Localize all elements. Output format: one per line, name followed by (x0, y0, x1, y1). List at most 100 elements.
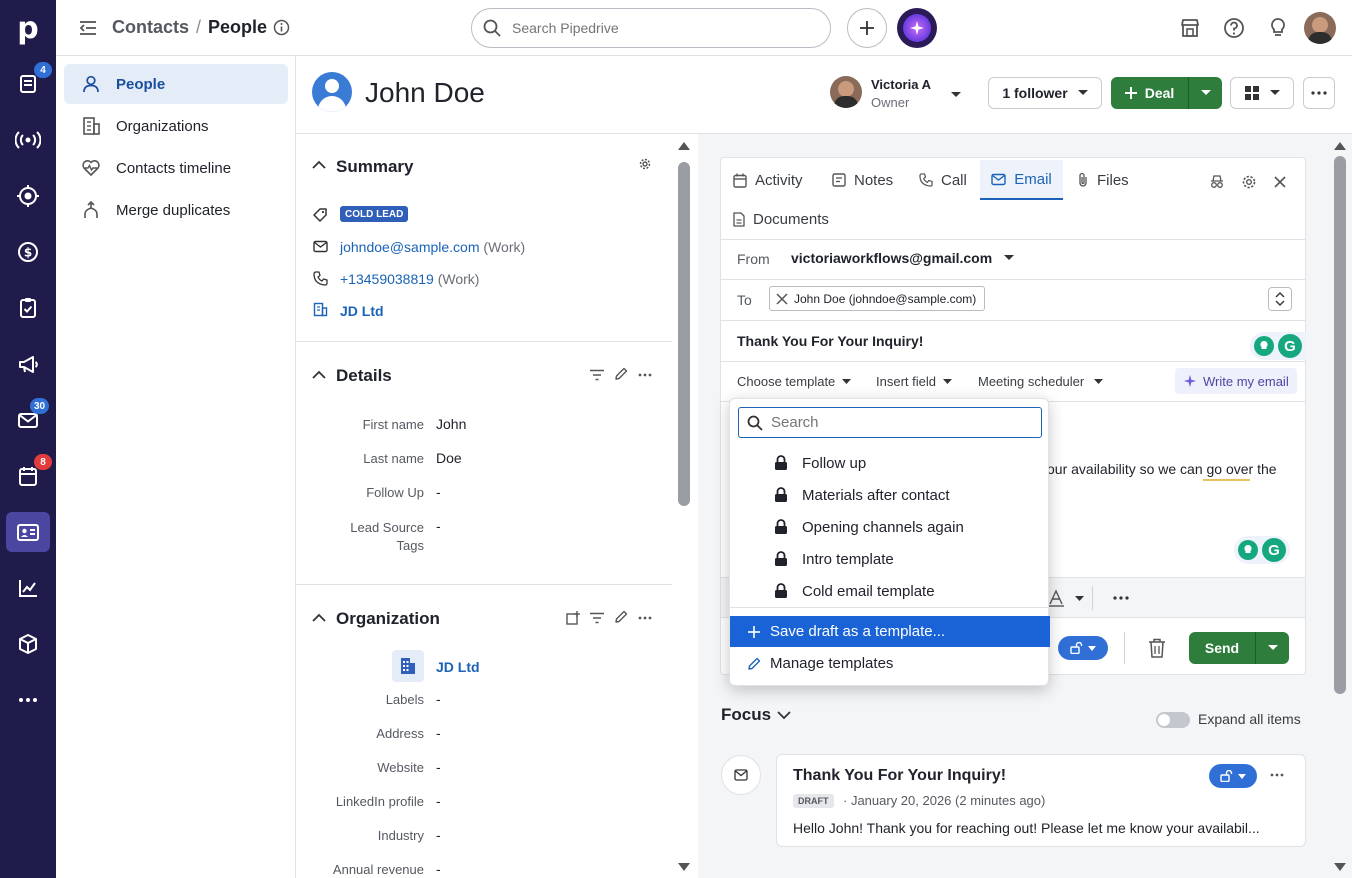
collapse-sidebar-icon[interactable] (78, 18, 98, 38)
recipient-chip[interactable]: John Doe (johndoe@sample.com) (769, 286, 986, 311)
scroll-down-icon[interactable] (1334, 863, 1346, 871)
rail-calendar[interactable]: 8 (0, 450, 56, 502)
field-value[interactable]: John (436, 416, 466, 432)
pencil-icon[interactable] (614, 367, 628, 381)
incognito-icon[interactable] (1209, 174, 1225, 190)
cc-bcc-toggle[interactable] (1268, 287, 1292, 311)
global-search-input[interactable] (512, 20, 812, 36)
rail-products[interactable] (0, 618, 56, 670)
pencil-icon[interactable] (614, 610, 628, 624)
more-horizontal-icon[interactable] (1270, 773, 1284, 777)
from-select[interactable]: victoriaworkflows@gmail.com (791, 250, 1015, 266)
template-search[interactable] (738, 407, 1042, 438)
scroll-down-icon[interactable] (678, 863, 690, 871)
rail-contacts[interactable] (0, 506, 56, 558)
insert-field-dropdown[interactable]: Insert field (876, 374, 952, 389)
pipedrive-logo[interactable]: p (0, 2, 56, 54)
template-item[interactable]: Intro template (730, 543, 1050, 575)
draft-email-card[interactable]: Thank You For Your Inquiry! DRAFT · Janu… (776, 754, 1306, 847)
more-horizontal-icon[interactable] (1113, 596, 1129, 600)
follower-button[interactable]: 1 follower (988, 77, 1102, 109)
nav-item-contacts-timeline[interactable]: Contacts timeline (64, 148, 288, 188)
email-body-text[interactable]: our availability so we can go over the (1047, 461, 1277, 477)
manage-templates-item[interactable]: Manage templates (730, 648, 1050, 679)
subject-field[interactable]: Thank You For Your Inquiry! (737, 333, 923, 349)
rail-target[interactable] (0, 170, 56, 222)
template-item[interactable]: Materials after contact (730, 479, 1050, 511)
layout-view-button[interactable] (1230, 77, 1294, 109)
close-icon[interactable] (1274, 176, 1286, 188)
send-options-button[interactable] (1256, 632, 1289, 664)
collapse-summary-icon[interactable] (312, 160, 326, 170)
field-value[interactable]: - (436, 518, 441, 534)
collapse-organization-icon[interactable] (312, 613, 326, 623)
gear-icon[interactable] (1241, 174, 1257, 190)
template-item[interactable]: Opening channels again (730, 511, 1050, 543)
breadcrumb-contacts[interactable]: Contacts (112, 17, 189, 38)
help-icon[interactable] (1223, 17, 1245, 39)
field-value[interactable]: - (436, 484, 441, 500)
visibility-button[interactable] (1209, 764, 1257, 788)
person-name[interactable]: John Doe (365, 77, 485, 109)
scroll-up-icon[interactable] (1334, 142, 1346, 150)
add-org-icon[interactable] (566, 611, 580, 625)
tab-files[interactable]: Files (1077, 160, 1129, 200)
tab-email[interactable]: Email (980, 160, 1063, 200)
lead-label-badge[interactable]: COLD LEAD (340, 206, 409, 222)
rail-tasks[interactable] (0, 282, 56, 334)
field-value[interactable]: - (436, 827, 441, 843)
grammarly-widget[interactable]: G (1234, 536, 1290, 564)
field-value[interactable]: - (436, 861, 441, 877)
card-title[interactable]: Thank You For Your Inquiry! (793, 767, 1006, 785)
gear-icon[interactable] (638, 157, 652, 171)
rail-insights[interactable] (0, 562, 56, 614)
rail-mail[interactable]: 30 (0, 394, 56, 446)
owner-name[interactable]: Victoria A (871, 77, 931, 92)
nav-item-merge-duplicates[interactable]: Merge duplicates (64, 190, 288, 230)
more-actions-button[interactable] (1303, 77, 1335, 109)
more-horizontal-icon[interactable] (638, 373, 652, 377)
add-deal-button[interactable]: Deal (1111, 77, 1189, 109)
tab-call[interactable]: Call (919, 160, 967, 200)
scroll-up-icon[interactable] (678, 142, 690, 150)
rail-campaign-megaphone[interactable] (0, 338, 56, 390)
marketplace-icon[interactable] (1179, 17, 1201, 39)
global-search[interactable] (471, 8, 831, 48)
phone-link[interactable]: +13459038819 (340, 271, 434, 287)
send-button[interactable]: Send (1189, 632, 1256, 664)
org-link[interactable]: JD Ltd (340, 303, 384, 319)
filter-icon[interactable] (590, 612, 604, 624)
focus-toggle[interactable]: Focus (721, 705, 791, 725)
meeting-scheduler-dropdown[interactable]: Meeting scheduler (978, 374, 1104, 389)
nav-item-organizations[interactable]: Organizations (64, 106, 288, 146)
field-value[interactable]: - (436, 793, 441, 809)
more-horizontal-icon[interactable] (638, 616, 652, 620)
activity-scrollbar-thumb[interactable] (1334, 156, 1346, 694)
field-value[interactable]: - (436, 691, 441, 707)
email-link[interactable]: johndoe@sample.com (340, 239, 480, 255)
rail-deals[interactable]: $ (0, 226, 56, 278)
rail-more[interactable] (0, 674, 56, 726)
template-search-input[interactable] (771, 414, 1031, 431)
save-draft-as-template-item[interactable]: Save draft as a template... (730, 616, 1050, 647)
collapse-details-icon[interactable] (312, 370, 326, 380)
nav-item-people[interactable]: People (64, 64, 288, 104)
owner-dropdown-icon[interactable] (950, 91, 962, 99)
visibility-button[interactable] (1058, 636, 1108, 660)
field-value[interactable]: - (436, 725, 441, 741)
org-name-link[interactable]: JD Ltd (436, 659, 480, 675)
filter-icon[interactable] (590, 369, 604, 381)
template-item[interactable]: Follow up (730, 447, 1050, 479)
lightbulb-icon[interactable] (1267, 17, 1289, 39)
rail-campaigns[interactable] (0, 114, 56, 166)
tab-activity[interactable]: Activity (733, 160, 803, 200)
grammarly-widget[interactable]: G (1250, 332, 1306, 360)
ai-assistant-button[interactable] (897, 8, 937, 48)
write-my-email-button[interactable]: Write my email (1175, 368, 1297, 394)
field-value[interactable]: - (436, 759, 441, 775)
rail-leads[interactable]: 4 (0, 58, 56, 110)
expand-all-toggle[interactable] (1156, 712, 1190, 728)
info-icon[interactable] (273, 19, 290, 36)
detail-scrollbar-thumb[interactable] (678, 162, 690, 506)
user-avatar[interactable] (1304, 12, 1336, 44)
